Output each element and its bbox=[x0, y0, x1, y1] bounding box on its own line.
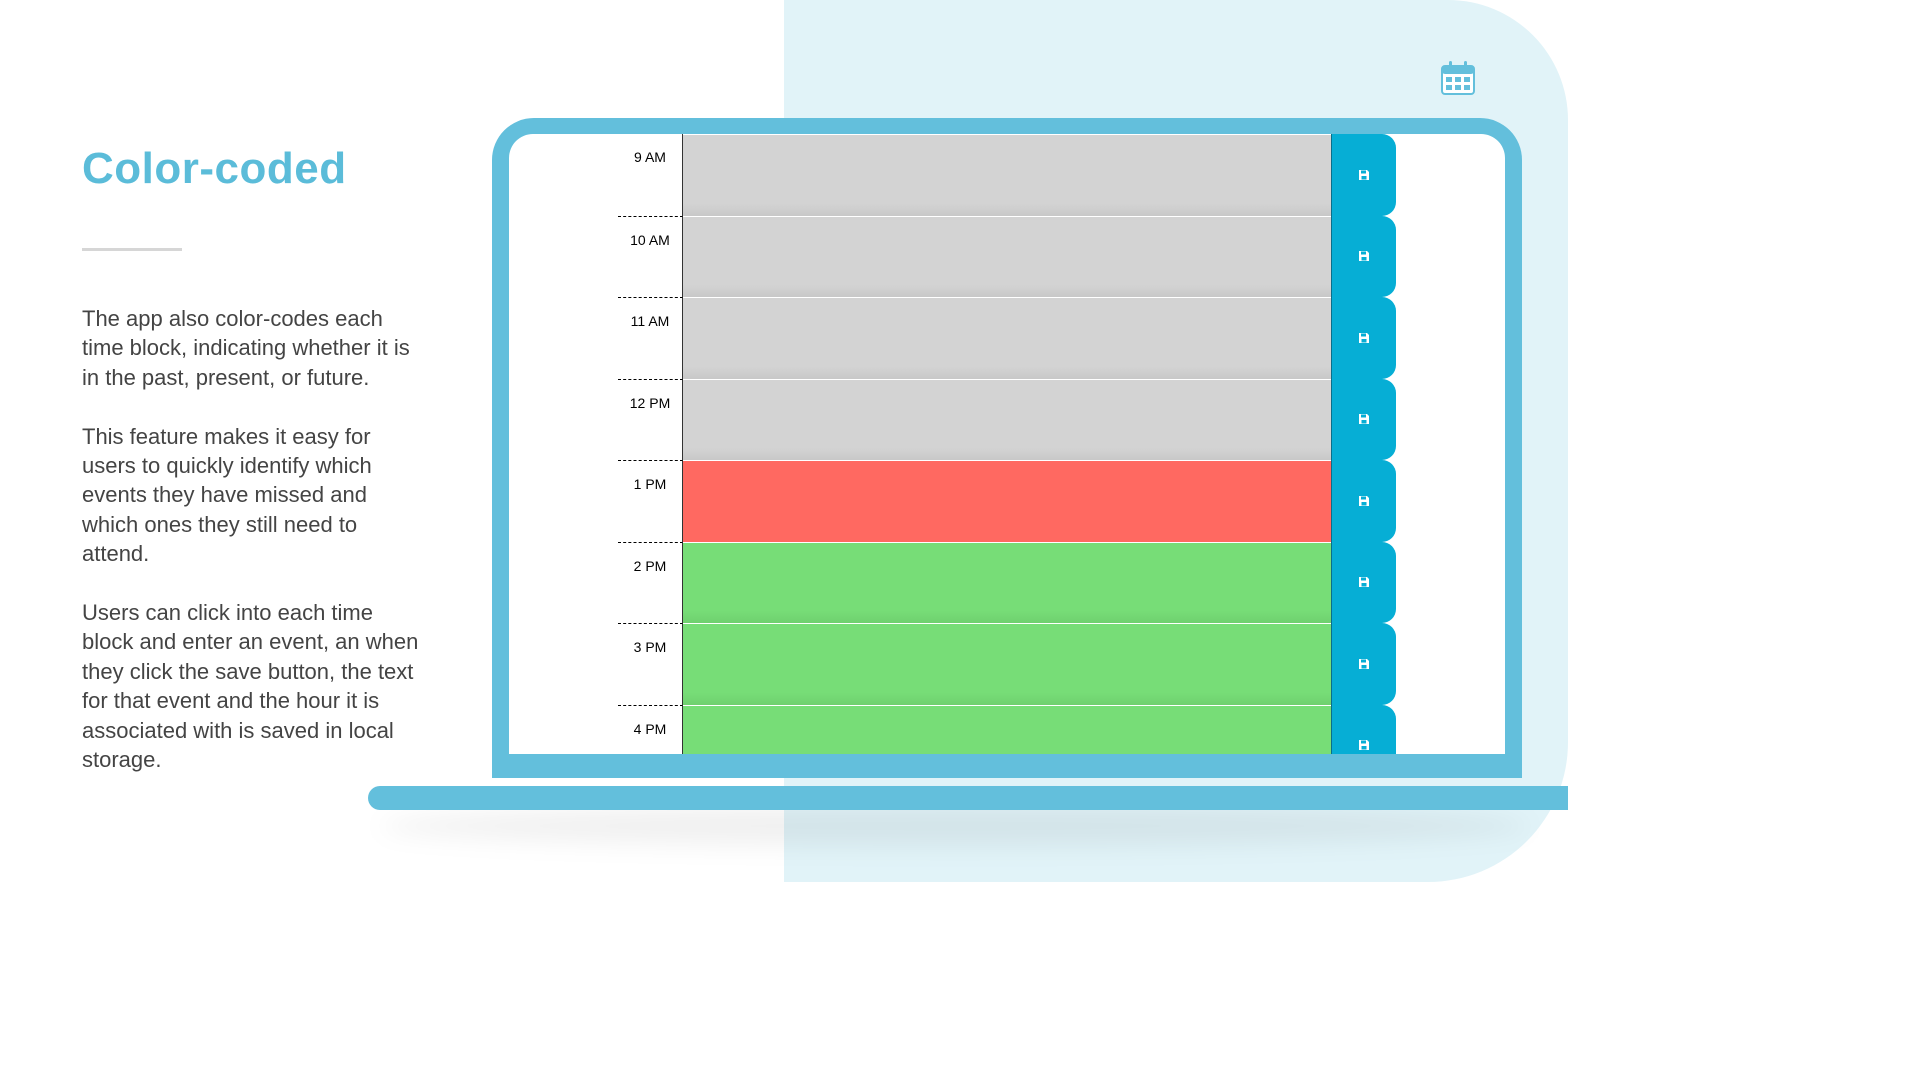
hour-label: 11 AM bbox=[618, 297, 683, 379]
floppy-disk-icon bbox=[1359, 251, 1369, 262]
hour-label: 4 PM bbox=[618, 704, 683, 754]
day-planner: 9 AM 10 AM 11 AM 12 PM 1 PM 2 PM 3 PM 4 PM bbox=[618, 134, 1396, 754]
save-button[interactable] bbox=[1331, 541, 1396, 623]
hour-label: 9 AM bbox=[618, 134, 683, 216]
hour-label: 3 PM bbox=[618, 623, 683, 705]
slide-body: The app also color-codes each time block… bbox=[82, 304, 427, 804]
event-textarea-future[interactable] bbox=[683, 704, 1331, 754]
time-block-row: 1 PM bbox=[618, 460, 1396, 542]
floppy-disk-icon bbox=[1359, 577, 1369, 588]
save-button[interactable] bbox=[1331, 215, 1396, 297]
time-block-row: 3 PM bbox=[618, 623, 1396, 705]
laptop-screen: 9 AM 10 AM 11 AM 12 PM 1 PM 2 PM 3 PM 4 PM bbox=[509, 134, 1505, 754]
calendar-icon bbox=[1440, 60, 1476, 96]
event-textarea-past[interactable] bbox=[683, 297, 1331, 379]
event-textarea-present[interactable] bbox=[683, 460, 1331, 542]
floppy-disk-icon bbox=[1359, 332, 1369, 343]
paragraph-3: Users can click into each time block and… bbox=[82, 600, 419, 773]
laptop-base bbox=[368, 786, 1568, 810]
floppy-disk-icon bbox=[1359, 740, 1369, 751]
event-textarea-past[interactable] bbox=[683, 378, 1331, 460]
hour-label: 10 AM bbox=[618, 215, 683, 297]
save-button[interactable] bbox=[1331, 297, 1396, 379]
time-block-row: 9 AM bbox=[618, 134, 1396, 216]
time-block-row: 11 AM bbox=[618, 297, 1396, 379]
floppy-disk-icon bbox=[1359, 414, 1369, 425]
laptop-shadow bbox=[380, 806, 1530, 846]
event-textarea-future[interactable] bbox=[683, 541, 1331, 623]
floppy-disk-icon bbox=[1359, 658, 1369, 669]
event-textarea-future[interactable] bbox=[683, 623, 1331, 705]
floppy-disk-icon bbox=[1359, 169, 1369, 180]
save-button[interactable] bbox=[1331, 378, 1396, 460]
floppy-disk-icon bbox=[1359, 495, 1369, 506]
paragraph-2: This feature makes it easy for users to … bbox=[82, 423, 372, 567]
time-block-row: 2 PM bbox=[618, 541, 1396, 623]
save-button[interactable] bbox=[1331, 704, 1396, 754]
hour-label: 12 PM bbox=[618, 378, 683, 460]
paragraph-1: The app also color-codes each time block… bbox=[82, 306, 410, 390]
time-block-row: 12 PM bbox=[618, 378, 1396, 460]
hour-label: 1 PM bbox=[618, 460, 683, 542]
hour-label: 2 PM bbox=[618, 541, 683, 623]
save-button[interactable] bbox=[1331, 460, 1396, 542]
event-textarea-past[interactable] bbox=[683, 134, 1331, 216]
save-button[interactable] bbox=[1331, 134, 1396, 216]
time-block-row: 10 AM bbox=[618, 215, 1396, 297]
event-textarea-past[interactable] bbox=[683, 215, 1331, 297]
heading-divider bbox=[82, 248, 182, 251]
save-button[interactable] bbox=[1331, 623, 1396, 705]
time-block-row: 4 PM bbox=[618, 704, 1396, 754]
slide-heading: Color-coded bbox=[82, 144, 347, 193]
